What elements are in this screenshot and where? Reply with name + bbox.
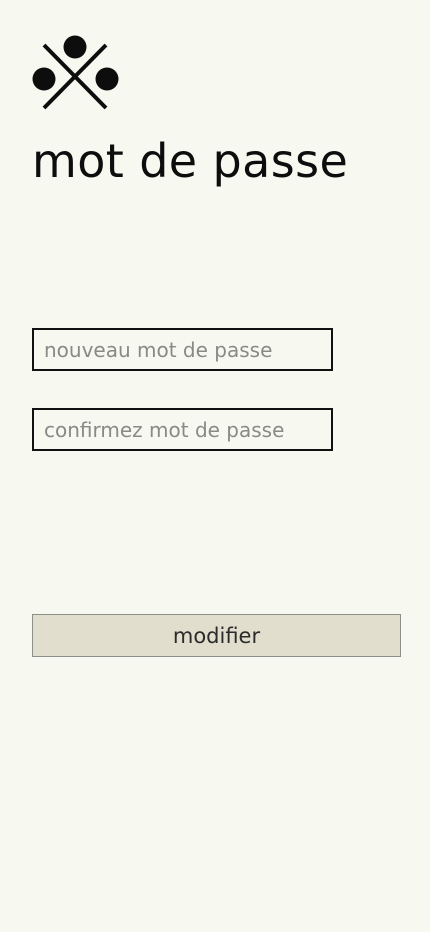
page-title: mot de passe: [32, 134, 349, 188]
logo-icon: [32, 35, 120, 111]
new-password-input[interactable]: [32, 328, 333, 371]
modify-button[interactable]: modifier: [32, 614, 401, 657]
confirm-password-input[interactable]: [32, 408, 333, 451]
